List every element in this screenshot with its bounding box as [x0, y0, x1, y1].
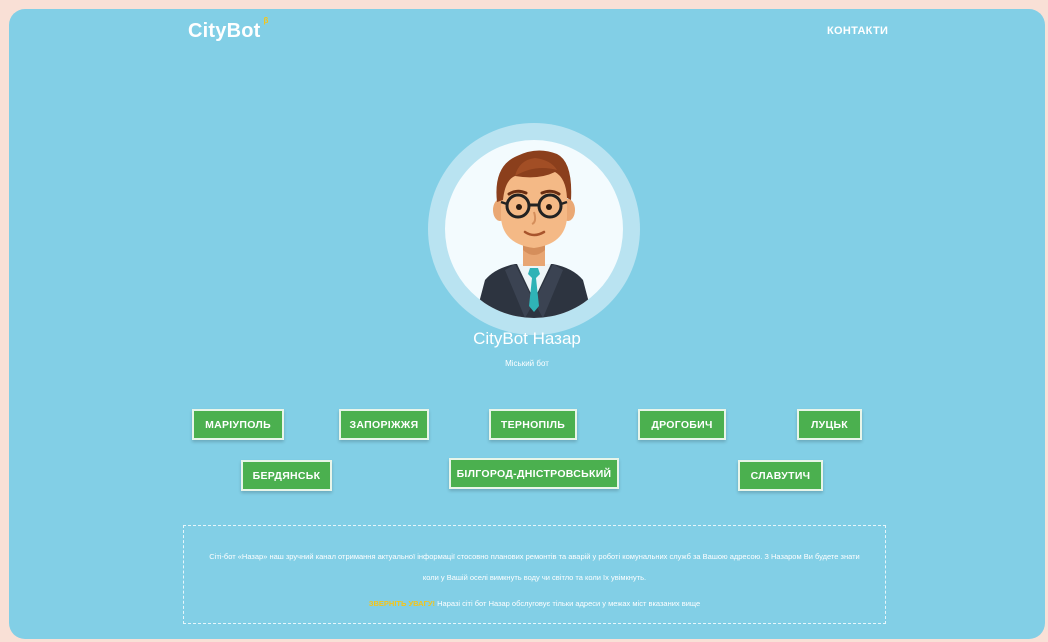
- avatar-illustration: [445, 140, 623, 318]
- city-button-zaporizhzhia[interactable]: ЗАПОРІЖЖЯ: [339, 409, 429, 440]
- info-note: ЗВЕРНІТЬ УВАГУ! Наразі сіті бот Назар об…: [184, 599, 885, 608]
- nav-contacts-link[interactable]: КОНТАКТИ: [827, 25, 888, 37]
- avatar: [428, 123, 640, 335]
- city-button-ternopil[interactable]: ТЕРНОПІЛЬ: [489, 409, 577, 440]
- info-description: Сіті-бот «Назар» наш зручний канал отрим…: [209, 552, 860, 582]
- city-button-bilhorod-dnistrovskyi[interactable]: БІЛГОРОД-ДНІСТРОВСЬКИЙ: [449, 458, 619, 489]
- logo-text: CityBot: [188, 20, 261, 42]
- info-box: Сіті-бот «Назар» наш зручний канал отрим…: [183, 525, 886, 624]
- warning-text: Наразі сіті бот Назар обслуговує тільки …: [437, 599, 701, 608]
- logo-badge: β: [263, 16, 269, 26]
- bot-subtitle: Міський бот: [505, 359, 549, 368]
- city-button-slavutych[interactable]: СЛАВУТИЧ: [738, 460, 823, 491]
- bot-name: CityBot Назар: [473, 329, 581, 348]
- bot-character-icon: [475, 150, 593, 318]
- logo[interactable]: CityBot β: [188, 16, 269, 43]
- city-button-berdiansk[interactable]: БЕРДЯНСЬК: [241, 460, 332, 491]
- page: CityBot β КОНТАКТИ CityBot Назар Міський…: [9, 9, 1045, 639]
- city-button-lutsk[interactable]: ЛУЦЬК: [797, 409, 862, 440]
- warning-label: ЗВЕРНІТЬ УВАГУ!: [368, 599, 436, 608]
- city-button-mariupol[interactable]: МАРІУПОЛЬ: [192, 409, 284, 440]
- city-button-drohobych[interactable]: ДРОГОБИЧ: [638, 409, 726, 440]
